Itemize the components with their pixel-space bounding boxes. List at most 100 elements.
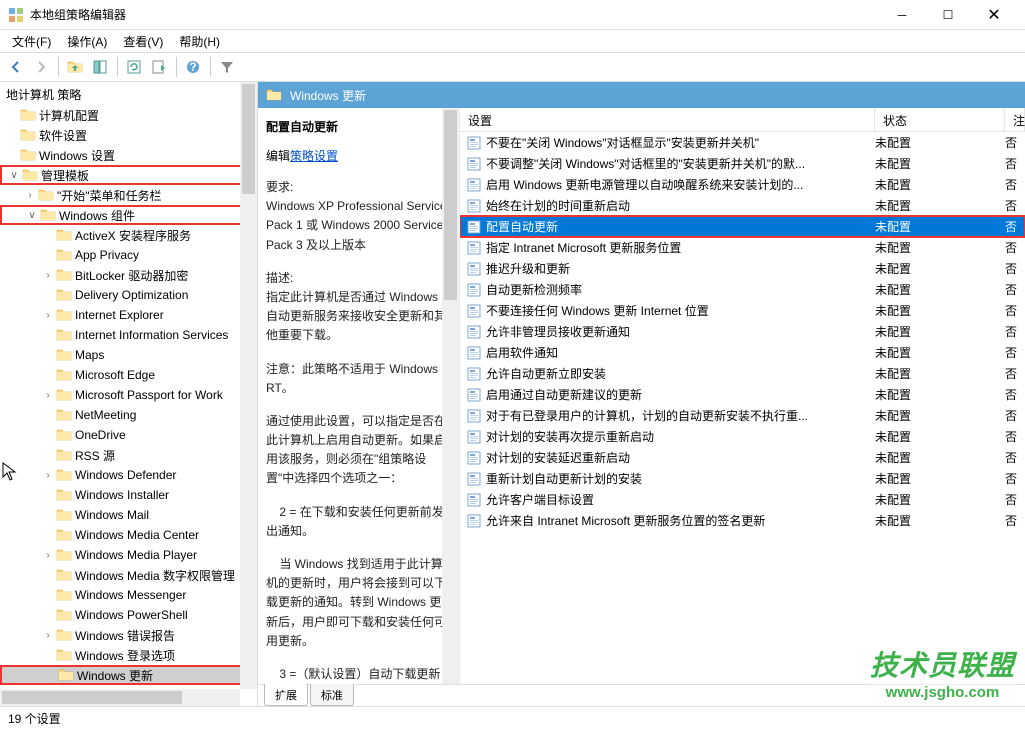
expander-icon[interactable]: › xyxy=(40,550,56,561)
tree-item[interactable]: 计算机配置 xyxy=(0,105,257,125)
tree-item[interactable]: App Privacy xyxy=(0,245,257,265)
close-button[interactable]: ✕ xyxy=(971,0,1017,30)
tree-item-label: App Privacy xyxy=(75,248,139,262)
filter-button[interactable] xyxy=(215,55,239,79)
tree-item[interactable]: ActiveX 安装程序服务 xyxy=(0,225,257,245)
expander-icon[interactable]: › xyxy=(40,390,56,401)
row-setting-text: 重新计划自动更新计划的安装 xyxy=(486,470,875,487)
tree-item-label: Windows 错误报告 xyxy=(75,627,175,644)
list-row[interactable]: 对于有已登录用户的计算机，计划的自动更新安装不执行重...未配置否 xyxy=(460,405,1025,426)
tree-item-label: Microsoft Edge xyxy=(75,368,155,382)
tree-scrollbar-horizontal[interactable] xyxy=(0,689,240,706)
tree-item[interactable]: Windows Media 数字权限管理 xyxy=(0,565,257,585)
list-row[interactable]: 允许自动更新立即安装未配置否 xyxy=(460,363,1025,384)
list-row[interactable]: 允许非管理员接收更新通知未配置否 xyxy=(460,321,1025,342)
tree-item[interactable]: NetMeeting xyxy=(0,405,257,425)
tab-standard[interactable]: 标准 xyxy=(310,684,354,706)
column-status[interactable]: 状态 xyxy=(875,108,1005,131)
description-pane: 配置自动更新 编辑策略设置 要求:Windows XP Professional… xyxy=(258,108,460,684)
tree-item[interactable]: Windows Installer xyxy=(0,485,257,505)
tree-item[interactable]: › Windows 错误报告 xyxy=(0,625,257,645)
tree-item[interactable]: Windows 设置 xyxy=(0,145,257,165)
list-row[interactable]: 重新计划自动更新计划的安装未配置否 xyxy=(460,468,1025,489)
tree-item[interactable]: Internet Information Services xyxy=(0,325,257,345)
forward-button[interactable] xyxy=(29,55,53,79)
menu-help[interactable]: 帮助(H) xyxy=(171,31,228,52)
column-setting[interactable]: 设置 xyxy=(460,108,875,131)
back-button[interactable] xyxy=(4,55,28,79)
tree-item[interactable]: Windows 更新 xyxy=(0,665,257,685)
tree-item[interactable]: ∨Windows 组件 xyxy=(0,205,257,225)
help-button[interactable]: ? xyxy=(181,55,205,79)
row-setting-text: 始终在计划的时间重新启动 xyxy=(486,197,875,214)
refresh-button[interactable] xyxy=(122,55,146,79)
tree-scrollbar-vertical[interactable] xyxy=(240,82,257,689)
expander-icon[interactable]: › xyxy=(40,270,56,281)
list-row[interactable]: 不要连接任何 Windows 更新 Internet 位置未配置否 xyxy=(460,300,1025,321)
list-row[interactable]: 自动更新检测频率未配置否 xyxy=(460,279,1025,300)
row-status-text: 未配置 xyxy=(875,134,1005,151)
maximize-button[interactable]: ☐ xyxy=(925,0,971,30)
tree-item[interactable]: Maps xyxy=(0,345,257,365)
minimize-button[interactable]: ─ xyxy=(879,0,925,30)
list-row[interactable]: 推迟升级和更新未配置否 xyxy=(460,258,1025,279)
tree-item[interactable]: › Windows Defender xyxy=(0,465,257,485)
column-note[interactable]: 注 xyxy=(1005,108,1025,131)
list-row[interactable]: 允许客户端目标设置未配置否 xyxy=(460,489,1025,510)
tree-item[interactable]: ›BitLocker 驱动器加密 xyxy=(0,265,257,285)
tree-item[interactable]: OneDrive xyxy=(0,425,257,445)
tree-item[interactable]: Windows PowerShell xyxy=(0,605,257,625)
tree-item[interactable]: Microsoft Edge xyxy=(0,365,257,385)
tree-item[interactable]: Windows 登录选项 xyxy=(0,645,257,665)
list-row[interactable]: 对计划的安装延迟重新启动未配置否 xyxy=(460,447,1025,468)
expander-icon[interactable]: ∨ xyxy=(24,210,40,221)
tab-extended[interactable]: 扩展 xyxy=(264,684,308,706)
menu-bar: 文件(F) 操作(A) 查看(V) 帮助(H) xyxy=(0,30,1025,52)
tree-item-label: Windows Defender xyxy=(75,468,176,482)
up-button[interactable] xyxy=(63,55,87,79)
menu-view[interactable]: 查看(V) xyxy=(115,31,171,52)
list-row[interactable]: 启用 Windows 更新电源管理以自动唤醒系统来安装计划的...未配置否 xyxy=(460,174,1025,195)
tree-item[interactable]: RSS 源 xyxy=(0,445,257,465)
row-note-text: 否 xyxy=(1005,260,1025,277)
tree-item-label: Internet Information Services xyxy=(75,328,228,342)
row-status-text: 未配置 xyxy=(875,176,1005,193)
list-row[interactable]: 始终在计划的时间重新启动未配置否 xyxy=(460,195,1025,216)
description-scrollbar[interactable] xyxy=(442,108,459,684)
tree[interactable]: 地计算机 策略计算机配置软件设置Windows 设置∨管理模板›"开始"菜单和任… xyxy=(0,82,257,706)
list-row[interactable]: 指定 Intranet Microsoft 更新服务位置未配置否 xyxy=(460,237,1025,258)
tree-item[interactable]: Windows Messenger xyxy=(0,585,257,605)
list-row[interactable]: 不要调整"关闭 Windows"对话框里的"安装更新并关机"的默...未配置否 xyxy=(460,153,1025,174)
list-row[interactable]: 不要在"关闭 Windows"对话框显示"安装更新并关机"未配置否 xyxy=(460,132,1025,153)
tree-item[interactable]: ›Microsoft Passport for Work xyxy=(0,385,257,405)
tree-item[interactable]: Windows Mail xyxy=(0,505,257,525)
list-row[interactable]: 对计划的安装再次提示重新启动未配置否 xyxy=(460,426,1025,447)
row-setting-text: 启用通过自动更新建议的更新 xyxy=(486,386,875,403)
row-status-text: 未配置 xyxy=(875,302,1005,319)
expander-icon[interactable]: ∨ xyxy=(6,170,22,181)
tree-root[interactable]: 地计算机 策略 xyxy=(0,84,257,105)
list-row[interactable]: 允许来自 Intranet Microsoft 更新服务位置的签名更新未配置否 xyxy=(460,510,1025,531)
tree-item[interactable]: Windows Media Center xyxy=(0,525,257,545)
tree-item[interactable]: ›Windows Media Player xyxy=(0,545,257,565)
show-hide-tree-button[interactable] xyxy=(88,55,112,79)
edit-policy-link[interactable]: 策略设置 xyxy=(290,147,338,164)
tree-item[interactable]: ∨管理模板 xyxy=(0,165,257,185)
export-button[interactable] xyxy=(147,55,171,79)
row-status-text: 未配置 xyxy=(875,512,1005,529)
menu-action[interactable]: 操作(A) xyxy=(59,31,115,52)
expander-icon[interactable]: › xyxy=(40,630,56,641)
expander-icon[interactable]: › xyxy=(22,190,38,201)
menu-file[interactable]: 文件(F) xyxy=(4,31,59,52)
tree-item[interactable]: 软件设置 xyxy=(0,125,257,145)
description-p4: 通过使用此设置，可以指定是否在此计算机上启用自动更新。如果启用该服务，则必须在"… xyxy=(266,412,453,489)
tree-item[interactable]: ›"开始"菜单和任务栏 xyxy=(0,185,257,205)
list-row[interactable]: 启用通过自动更新建议的更新未配置否 xyxy=(460,384,1025,405)
list-row[interactable]: 配置自动更新未配置否 xyxy=(460,216,1025,237)
tree-item[interactable]: › Internet Explorer xyxy=(0,305,257,325)
list-row[interactable]: 启用软件通知未配置否 xyxy=(460,342,1025,363)
tree-item-label: Internet Explorer xyxy=(75,308,164,322)
expander-icon[interactable]: › xyxy=(40,310,56,321)
expander-icon[interactable]: › xyxy=(40,470,56,481)
tree-item[interactable]: Delivery Optimization xyxy=(0,285,257,305)
